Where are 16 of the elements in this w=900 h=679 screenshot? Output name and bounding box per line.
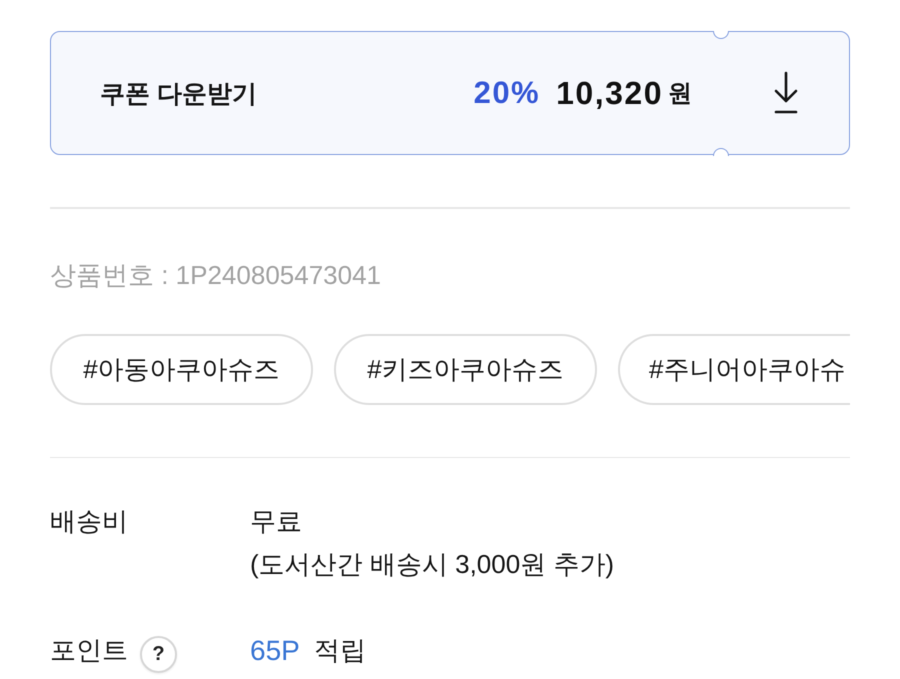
info-value: 무료 [250, 505, 302, 538]
product-number: 상품번호 : 1P240805473041 [50, 260, 382, 290]
info-value: (도서산간 배송시 3,000원 추가) [250, 548, 614, 581]
points-suffix: 적립 [314, 634, 366, 667]
points-amount: 65P [250, 634, 300, 666]
info-label: 배송비 [50, 505, 128, 538]
hashtag-chip[interactable]: #주니어아쿠아슈 [618, 334, 850, 404]
coupon-label: 쿠폰 다운받기 [100, 78, 257, 110]
coupon-price: 10,320 [556, 74, 663, 112]
info-label: 포인트 [50, 634, 128, 667]
discount-rate: 20% [474, 75, 540, 111]
currency-unit: 원 [668, 79, 692, 109]
download-icon [772, 71, 798, 115]
hashtag-chip[interactable]: #키즈아쿠아슈즈 [334, 334, 597, 404]
hashtag-chip[interactable]: #아동아쿠아슈즈 [50, 334, 313, 404]
help-button[interactable]: ? [140, 636, 177, 673]
